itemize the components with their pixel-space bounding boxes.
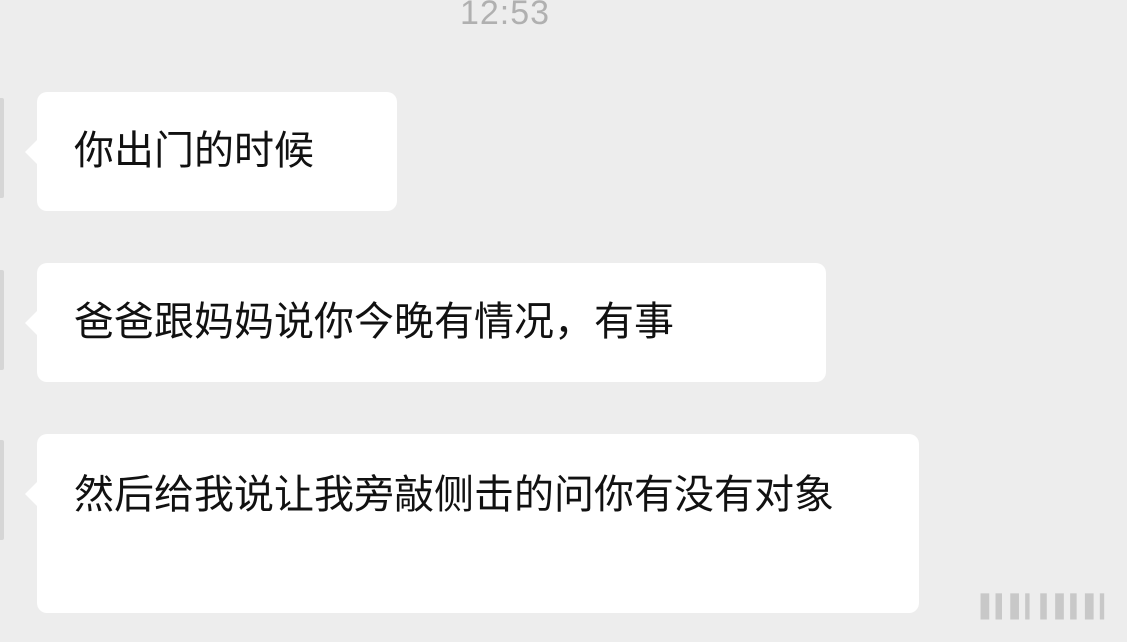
blurred-watermark-icon: ▌▍▌▎▍▌▍▌▎ bbox=[980, 595, 1117, 620]
message-bubble-2[interactable]: 爸爸跟妈妈说你今晚有情况，有事 bbox=[25, 263, 826, 382]
message-text-1: 你出门的时候 bbox=[74, 128, 314, 174]
message-text-3: 然后给我说让我旁敲侧击的问你有没有对象 bbox=[74, 472, 834, 518]
sender-avatar-edge[interactable] bbox=[0, 270, 4, 370]
message-bubble-1[interactable]: 你出门的时候 bbox=[25, 92, 397, 211]
sender-avatar-edge[interactable] bbox=[0, 98, 4, 198]
message-bubble-3[interactable]: 然后给我说让我旁敲侧击的问你有没有对象 bbox=[25, 434, 919, 613]
sender-avatar-edge[interactable] bbox=[0, 440, 4, 540]
message-text-2: 爸爸跟妈妈说你今晚有情况，有事 bbox=[74, 299, 674, 345]
message-timestamp: 12:53 bbox=[459, 0, 551, 32]
